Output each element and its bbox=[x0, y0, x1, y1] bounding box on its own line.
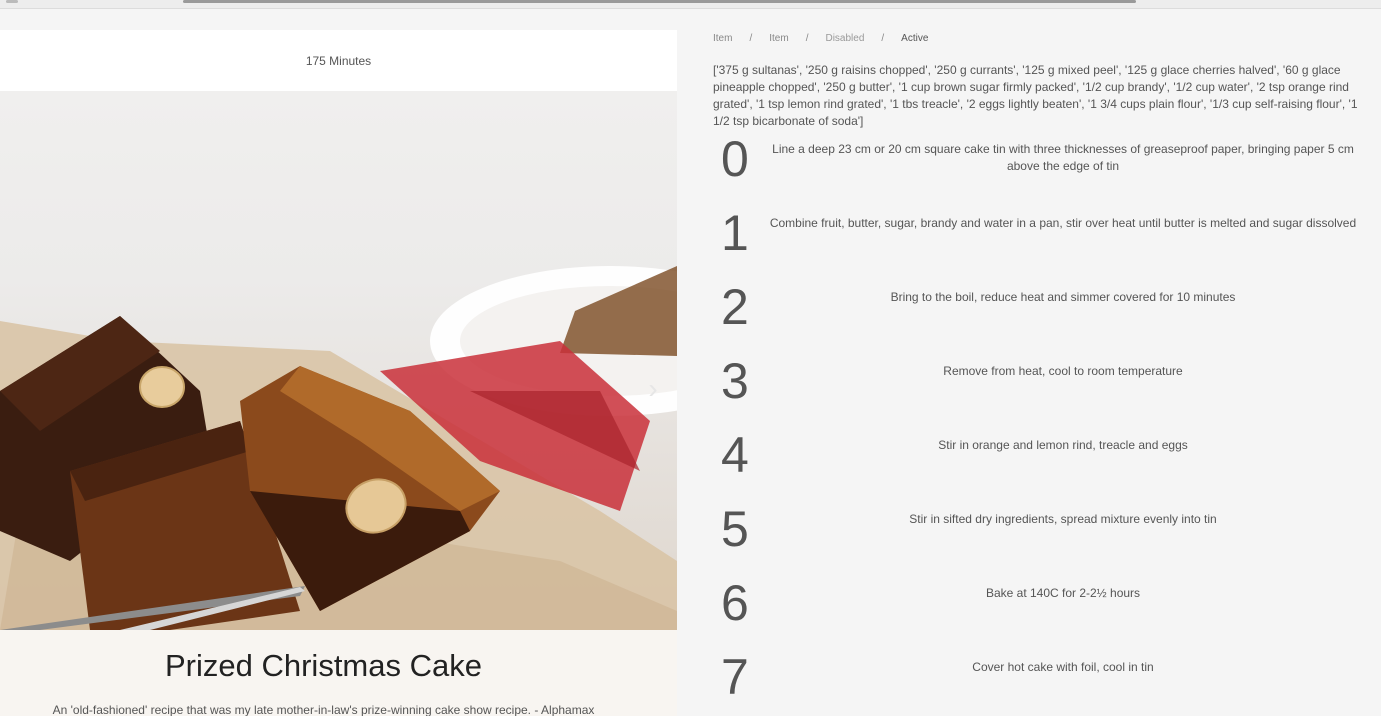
breadcrumb-item-disabled: Disabled bbox=[825, 33, 865, 44]
step-text: Cover hot cake with foil, cool in tin bbox=[972, 660, 1154, 674]
step-number: 1 bbox=[721, 205, 749, 261]
step-text: Combine fruit, butter, sugar, brandy and… bbox=[769, 216, 1357, 230]
step-number: 4 bbox=[721, 427, 749, 483]
step-number: 7 bbox=[721, 649, 749, 705]
duration-label: 175 Minutes bbox=[305, 53, 372, 68]
step-text: Bake at 140C for 2-2½ hours bbox=[985, 586, 1141, 600]
step-number: 5 bbox=[721, 501, 749, 557]
breadcrumb-separator: / bbox=[805, 33, 809, 44]
step-text: Stir in orange and lemon rind, treacle a… bbox=[938, 438, 1188, 452]
step-item: 4 Stir in orange and lemon rind, treacle… bbox=[700, 426, 1381, 500]
step-number: 2 bbox=[721, 279, 749, 335]
step-number: 0 bbox=[721, 131, 749, 187]
step-item: 6 Bake at 140C for 2-2½ hours bbox=[700, 574, 1381, 648]
recipe-card: 175 Minutes › Prized Christmas Cake An '… bbox=[0, 30, 677, 716]
breadcrumb-separator: / bbox=[749, 33, 753, 44]
step-text: Remove from heat, cool to room temperatu… bbox=[943, 364, 1183, 378]
step-item: 5 Stir in sifted dry ingredients, spread… bbox=[700, 500, 1381, 574]
breadcrumb-separator: / bbox=[881, 33, 885, 44]
chevron-right-icon[interactable]: › bbox=[642, 374, 664, 404]
recipe-details: Item / Item / Disabled / Active ['375 g … bbox=[700, 0, 1381, 716]
method-steps: 0 Line a deep 23 cm or 20 cm square cake… bbox=[700, 130, 1381, 716]
breadcrumb-item-active: Active bbox=[901, 33, 929, 44]
breadcrumb-item[interactable]: Item bbox=[713, 33, 732, 44]
step-item: 0 Line a deep 23 cm or 20 cm square cake… bbox=[700, 130, 1381, 204]
step-text: Stir in sifted dry ingredients, spread m… bbox=[909, 512, 1217, 526]
step-item: 1 Combine fruit, butter, sugar, brandy a… bbox=[700, 204, 1381, 278]
breadcrumb-item[interactable]: Item bbox=[769, 33, 788, 44]
step-item: 7 Cover hot cake with foil, cool in tin bbox=[700, 648, 1381, 716]
recipe-photo: › bbox=[0, 91, 677, 630]
breadcrumb: Item / Item / Disabled / Active bbox=[713, 33, 928, 44]
ingredients-list: ['375 g sultanas', '250 g raisins choppe… bbox=[713, 63, 1358, 128]
step-number: 3 bbox=[721, 353, 749, 409]
step-text: Bring to the boil, reduce heat and simme… bbox=[890, 290, 1236, 304]
step-number: 6 bbox=[721, 575, 749, 631]
recipe-title: Prized Christmas Cake bbox=[165, 648, 482, 683]
recipe-description: An 'old-fashioned' recipe that was my la… bbox=[52, 703, 595, 716]
tab-indicator bbox=[6, 0, 18, 3]
step-text: Line a deep 23 cm or 20 cm square cake t… bbox=[772, 142, 1354, 173]
step-item: 3 Remove from heat, cool to room tempera… bbox=[700, 352, 1381, 426]
recipe-caption: Prized Christmas Cake An 'old-fashioned'… bbox=[0, 630, 677, 716]
step-item: 2 Bring to the boil, reduce heat and sim… bbox=[700, 278, 1381, 352]
duration-bar: 175 Minutes bbox=[0, 30, 677, 91]
recipe-page: 175 Minutes › Prized Christmas Cake An '… bbox=[0, 0, 1381, 716]
cake-photo-illustration bbox=[0, 266, 677, 630]
